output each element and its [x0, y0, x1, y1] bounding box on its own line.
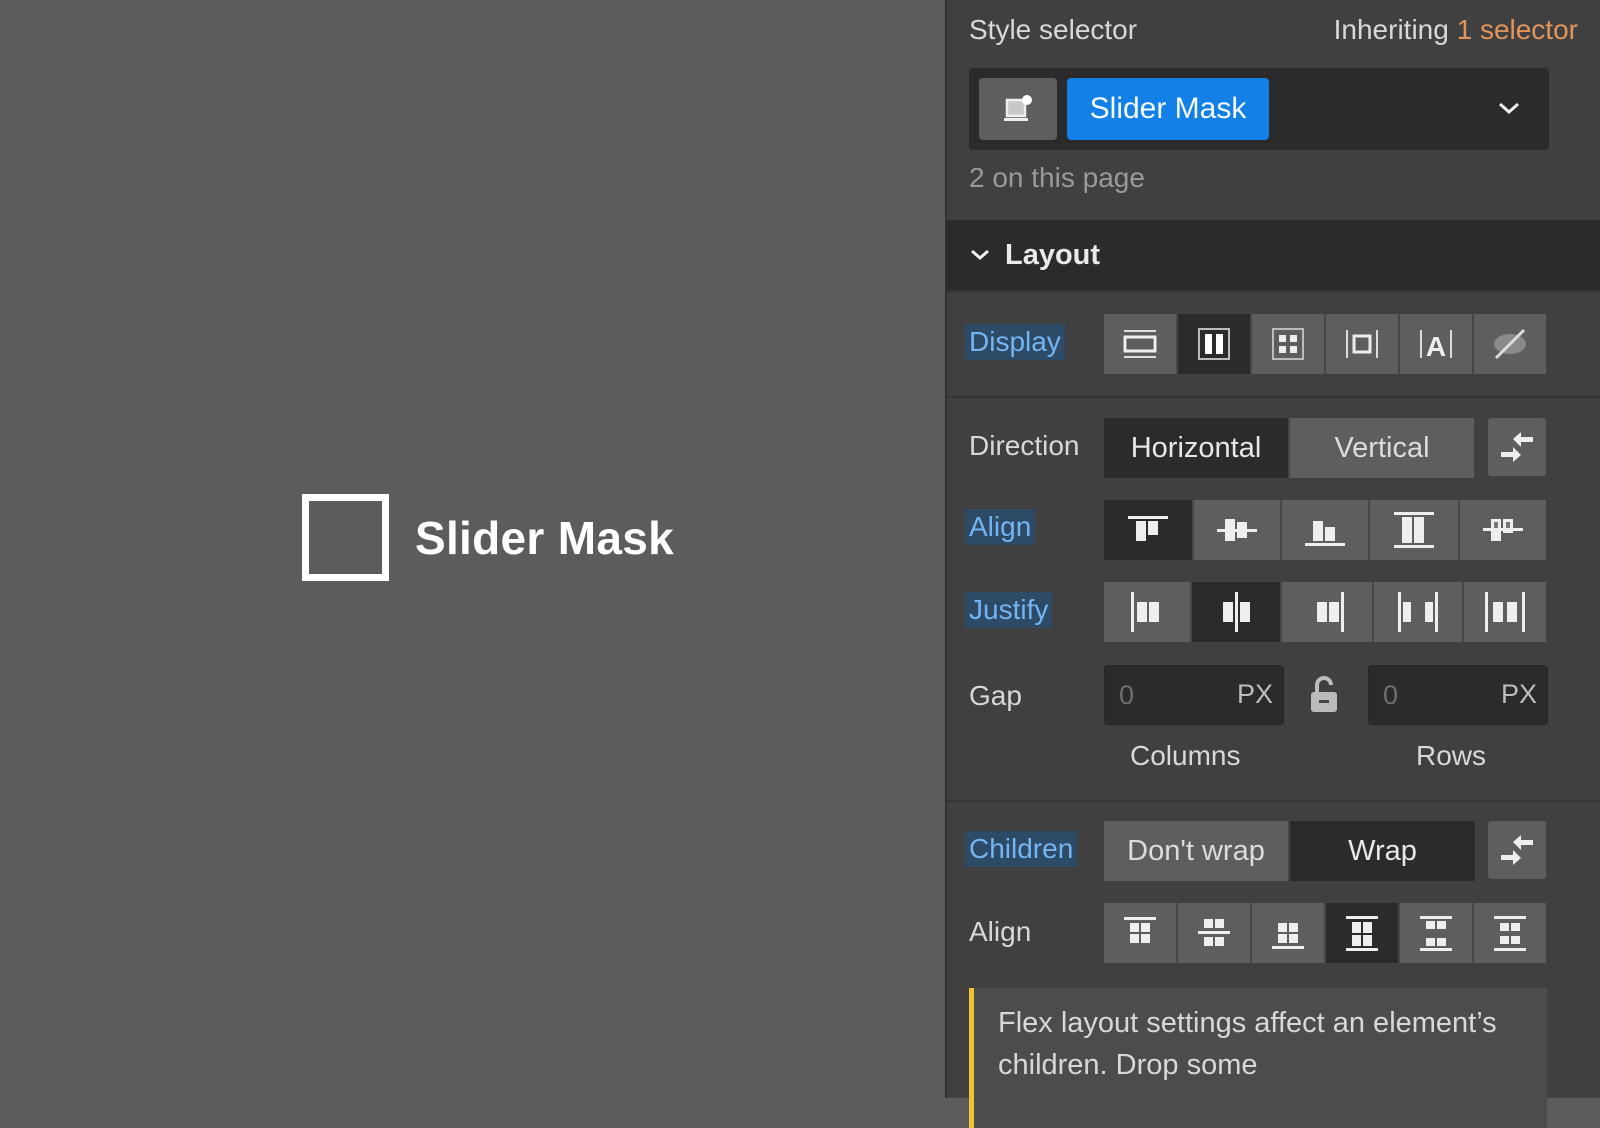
align-content-space-between-icon — [1420, 916, 1452, 951]
direction-horizontal-button[interactable]: Horizontal — [1104, 418, 1290, 478]
reverse-arrows-icon — [1501, 835, 1533, 865]
direction-control: Horizontal Vertical — [1104, 418, 1474, 478]
align-stretch-icon — [1394, 512, 1434, 548]
inheriting-prefix: Inheriting — [1333, 14, 1449, 45]
align-start-button[interactable] — [1104, 500, 1194, 560]
justify-start-icon — [1131, 592, 1159, 632]
selector-element-icon — [1004, 95, 1032, 121]
direction-reverse-button[interactable] — [1488, 418, 1546, 476]
layout-section-title: Layout — [1005, 238, 1101, 271]
align-content-center-button[interactable] — [1178, 903, 1252, 963]
inheriting-selector-link[interactable]: 1 selector — [1457, 14, 1578, 45]
display-flex-icon — [1198, 328, 1230, 360]
display-control: A — [1104, 314, 1546, 374]
align-center-icon — [1217, 519, 1257, 541]
justify-content-control — [1104, 582, 1546, 642]
display-block-button[interactable] — [1104, 314, 1178, 374]
justify-center-button[interactable] — [1192, 582, 1282, 642]
align-content-space-around-button[interactable] — [1474, 903, 1546, 963]
layout-section-header[interactable]: Layout — [947, 220, 1600, 292]
element-state-button[interactable] — [979, 78, 1057, 140]
square-outline-icon — [302, 494, 389, 581]
justify-end-button[interactable] — [1282, 582, 1374, 642]
display-inline-icon: A — [1420, 330, 1452, 361]
flex-info-text: Flex layout settings affect an element’s… — [998, 1007, 1497, 1081]
chevron-down-icon — [969, 248, 991, 262]
canvas-element-label: Slider Mask — [415, 511, 674, 564]
align-content-start-icon — [1124, 917, 1156, 943]
gap-rows-caption: Rows — [1416, 740, 1487, 771]
align-content-stretch-icon — [1346, 916, 1378, 951]
on-page-count: 2 on this page — [969, 162, 1145, 193]
section-divider — [947, 396, 1600, 398]
align-start-icon — [1128, 516, 1168, 541]
wrap-button[interactable]: Wrap — [1290, 821, 1475, 881]
svg-text:A: A — [1426, 331, 1446, 361]
style-panel: Style selector Inheriting 1 selector Sli… — [945, 0, 1600, 1128]
align-end-icon — [1305, 521, 1345, 546]
gap-columns-value: 0 — [1119, 680, 1135, 710]
gap-rows-value: 0 — [1383, 680, 1399, 710]
justify-start-button[interactable] — [1104, 582, 1192, 642]
align-content-space-around-icon — [1494, 916, 1526, 951]
align-baseline-icon — [1483, 519, 1523, 541]
gap-rows-unit[interactable]: PX — [1501, 679, 1537, 710]
display-inline-block-button[interactable] — [1326, 314, 1400, 374]
style-selector-title: Style selector — [969, 14, 1138, 45]
align-center-button[interactable] — [1194, 500, 1282, 560]
align-end-button[interactable] — [1282, 500, 1370, 560]
children-wrap-control: Don't wrap Wrap — [1104, 821, 1475, 881]
flex-info-notice: Flex layout settings affect an element’s… — [969, 988, 1547, 1128]
dont-wrap-button[interactable]: Don't wrap — [1104, 821, 1290, 881]
reverse-arrows-icon — [1501, 432, 1533, 462]
display-block-icon — [1123, 330, 1157, 358]
gap-lock-button[interactable] — [1309, 676, 1339, 714]
display-none-button[interactable] — [1474, 314, 1546, 374]
gap-columns-unit[interactable]: PX — [1237, 679, 1273, 710]
unlocked-padlock-icon — [1311, 676, 1337, 712]
display-inline-button[interactable]: A — [1400, 314, 1474, 374]
align-stretch-button[interactable] — [1370, 500, 1460, 560]
design-canvas[interactable]: Slider Mask — [0, 0, 945, 1098]
align-content-label: Align — [969, 916, 1032, 947]
align-content-end-button[interactable] — [1252, 903, 1326, 963]
display-label[interactable]: Display — [965, 324, 1065, 360]
display-none-icon — [1494, 328, 1526, 360]
selector-chip[interactable]: Slider Mask — [1067, 78, 1269, 140]
gap-label: Gap — [969, 680, 1022, 711]
justify-label[interactable]: Justify — [965, 592, 1053, 628]
canvas-element-slider-mask[interactable]: Slider Mask — [302, 494, 674, 581]
gap-columns-caption: Columns — [1130, 740, 1241, 771]
align-label[interactable]: Align — [965, 509, 1036, 545]
gap-rows-input[interactable]: 0 PX — [1368, 665, 1548, 725]
justify-space-between-icon — [1398, 592, 1438, 632]
chevron-down-icon[interactable] — [1491, 90, 1527, 126]
direction-vertical-button[interactable]: Vertical — [1290, 418, 1474, 478]
align-content-control — [1104, 903, 1546, 963]
align-items-control — [1104, 500, 1546, 560]
justify-space-between-button[interactable] — [1374, 582, 1464, 642]
wrap-reverse-button[interactable] — [1488, 821, 1546, 879]
display-grid-button[interactable] — [1252, 314, 1326, 374]
display-inline-block-icon — [1346, 330, 1378, 358]
align-content-stretch-button[interactable] — [1326, 903, 1400, 963]
align-content-space-between-button[interactable] — [1400, 903, 1474, 963]
section-divider — [947, 800, 1600, 802]
display-flex-button[interactable] — [1178, 314, 1252, 374]
justify-space-around-icon — [1485, 592, 1525, 632]
justify-end-icon — [1317, 592, 1344, 632]
align-content-end-icon — [1272, 923, 1304, 949]
inheriting-info: Inheriting 1 selector — [1334, 14, 1578, 46]
align-content-start-button[interactable] — [1104, 903, 1178, 963]
align-baseline-button[interactable] — [1460, 500, 1546, 560]
gap-columns-input[interactable]: 0 PX — [1104, 665, 1284, 725]
children-label[interactable]: Children — [965, 831, 1078, 867]
display-grid-icon — [1272, 328, 1304, 360]
direction-label: Direction — [969, 430, 1080, 461]
justify-center-icon — [1223, 592, 1250, 632]
style-selector-header: Style selector Inheriting 1 selector — [969, 14, 1578, 46]
align-content-center-icon — [1198, 919, 1230, 946]
justify-space-around-button[interactable] — [1464, 582, 1546, 642]
selector-field[interactable]: Slider Mask — [969, 68, 1549, 150]
